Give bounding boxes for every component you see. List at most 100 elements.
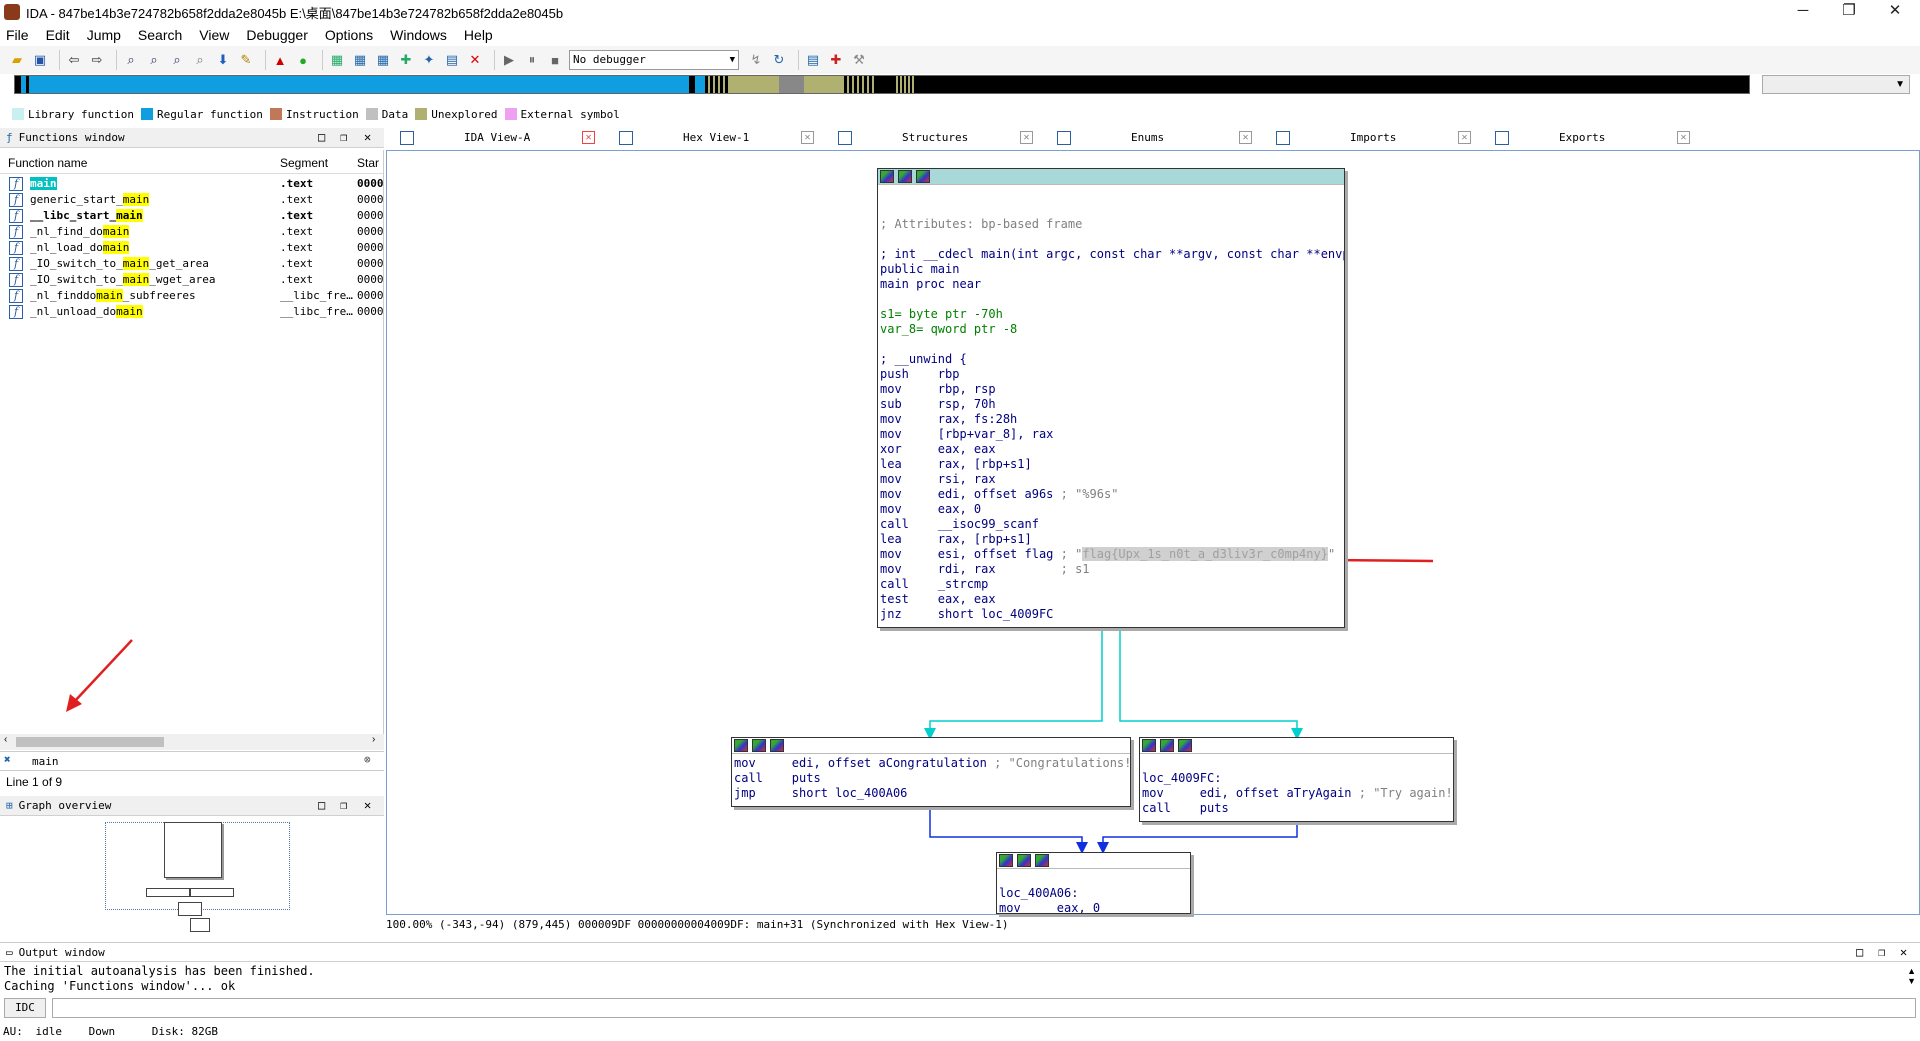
close-search-icon[interactable]: ✖: [4, 753, 11, 766]
functions-hscroll[interactable]: ‹ ›: [0, 734, 384, 750]
asm-mnemonic: jnz: [880, 607, 938, 621]
patch-icon[interactable]: ✦: [420, 51, 438, 69]
menu-jump[interactable]: Jump: [87, 27, 121, 43]
breakpoint-icon[interactable]: ✚: [827, 51, 845, 69]
tab-ida-view-a[interactable]: IDA View-A ✕: [390, 128, 609, 148]
function-row[interactable]: f _nl_load_domain .text 0000: [0, 240, 384, 256]
asm-operand: rax, fs:28h: [937, 412, 1018, 426]
function-start: 0000: [357, 225, 384, 238]
asm-mnemonic: jmp: [734, 786, 792, 800]
search-text-icon[interactable]: ⌕: [145, 51, 163, 69]
enum-icon[interactable]: ▦: [374, 51, 392, 69]
xref-icon[interactable]: ✎: [237, 51, 255, 69]
asm-mnemonic: push: [880, 367, 938, 381]
jump-icon[interactable]: ⬇: [214, 51, 232, 69]
col-segment[interactable]: Segment: [280, 156, 328, 170]
function-row[interactable]: f main .text 0000: [0, 176, 384, 192]
loc-label: loc_4009FC:: [1142, 771, 1222, 785]
col-function-name[interactable]: Function name: [8, 156, 87, 170]
tab-exports[interactable]: Exports ✕: [1485, 128, 1704, 148]
close-icon[interactable]: ✕: [364, 130, 371, 144]
exit-code-block[interactable]: loc_400A06: mov eax, 0: [996, 852, 1191, 914]
close-icon[interactable]: ✕: [1239, 131, 1252, 144]
function-row[interactable]: f _nl_finddomain_subfreeres __libc_fre… 000…: [0, 288, 384, 304]
create-function-icon[interactable]: ▦: [328, 51, 346, 69]
tab-imports[interactable]: Imports ✕: [1266, 128, 1485, 148]
menu-help[interactable]: Help: [464, 27, 493, 43]
scroll-left-icon[interactable]: ‹: [4, 734, 7, 745]
float-icon[interactable]: □: [318, 798, 325, 812]
close-icon[interactable]: ✕: [364, 798, 371, 812]
menu-view[interactable]: View: [199, 27, 229, 43]
scroll-right-icon[interactable]: ›: [372, 734, 375, 745]
function-row[interactable]: f _nl_find_domain .text 0000: [0, 224, 384, 240]
breakpoint-list-icon[interactable]: ▤: [804, 51, 822, 69]
try-again-code-block[interactable]: loc_4009FC: mov edi, offset aTryAgain ; "…: [1139, 737, 1454, 822]
pause-icon[interactable]: ⏸: [523, 51, 541, 69]
function-segment: .text: [280, 225, 314, 238]
float-icon[interactable]: □: [318, 130, 325, 144]
function-segment: .text: [280, 177, 314, 190]
restore-icon[interactable]: ❐: [340, 798, 347, 812]
restore-button[interactable]: ❐: [1826, 0, 1872, 24]
graph-overview-canvas[interactable]: [0, 822, 384, 940]
search-imm-icon[interactable]: ⌕: [191, 51, 209, 69]
debugger-select[interactable]: No debugger ▼: [569, 50, 739, 70]
save-icon[interactable]: ▣: [31, 51, 49, 69]
tracing-icon[interactable]: ⚒: [850, 51, 868, 69]
tab-hex-view[interactable]: Hex View-1 ✕: [609, 128, 828, 148]
col-start[interactable]: Star: [357, 156, 379, 170]
main-code-block[interactable]: ; Attributes: bp-based frame ; int __cde…: [877, 168, 1345, 628]
search-input[interactable]: main: [32, 755, 59, 768]
run-icon[interactable]: ▶: [500, 51, 518, 69]
block-group-icon: [1178, 739, 1192, 752]
close-icon[interactable]: ✕: [582, 131, 595, 144]
output-scroll[interactable]: ▲ ▼: [1907, 966, 1916, 986]
view-tabs: IDA View-A ✕ Hex View-1 ✕ Structures ✕ Enum…: [390, 128, 1704, 148]
warning-icon[interactable]: ▲: [271, 51, 289, 69]
function-start: 0000: [357, 273, 384, 286]
back-icon[interactable]: ⇦: [65, 51, 83, 69]
menu-search[interactable]: Search: [138, 27, 182, 43]
menu-windows[interactable]: Windows: [390, 27, 447, 43]
function-row[interactable]: f _IO_switch_to_main_get_area .text 0000: [0, 256, 384, 272]
function-row[interactable]: f _IO_switch_to_main_wget_area .text 0000: [0, 272, 384, 288]
tab-structures[interactable]: Structures ✕: [828, 128, 1047, 148]
function-row[interactable]: f __libc_start_main .text 0000: [0, 208, 384, 224]
function-start: 0000: [357, 305, 384, 318]
clear-search-icon[interactable]: ⊗: [364, 753, 371, 766]
close-icon[interactable]: ✕: [1020, 131, 1033, 144]
search-bytes-icon[interactable]: ⌕: [168, 51, 186, 69]
forward-icon[interactable]: ⇨: [88, 51, 106, 69]
menu-edit[interactable]: Edit: [46, 27, 70, 43]
command-input[interactable]: [52, 998, 1916, 1018]
minimize-button[interactable]: ─: [1780, 0, 1826, 24]
close-icon[interactable]: ✕: [1458, 131, 1471, 144]
structure-icon[interactable]: ▦: [351, 51, 369, 69]
function-row[interactable]: f _nl_unload_domain __libc_fre… 0000: [0, 304, 384, 320]
stop-icon[interactable]: ■: [546, 51, 564, 69]
start-process-icon[interactable]: ●: [294, 51, 312, 69]
function-row[interactable]: f generic_start_main .text 0000: [0, 192, 384, 208]
congrats-code-block[interactable]: mov edi, offset aCongratulation ; "Congr…: [731, 737, 1131, 807]
menu-options[interactable]: Options: [325, 27, 373, 43]
add-icon[interactable]: ✚: [397, 51, 415, 69]
graph-icon[interactable]: ▤: [443, 51, 461, 69]
close-window-button[interactable]: ✕: [1872, 0, 1918, 24]
step-over-icon[interactable]: ↻: [770, 51, 788, 69]
tab-enums[interactable]: Enums ✕: [1047, 128, 1266, 148]
binoculars-icon[interactable]: ⌕: [122, 51, 140, 69]
navband-combo[interactable]: ▼: [1762, 75, 1910, 94]
close-icon[interactable]: ✕: [1677, 131, 1690, 144]
menu-file[interactable]: File: [6, 27, 29, 43]
step-into-icon[interactable]: ↯: [747, 51, 765, 69]
delete-icon[interactable]: ✕: [466, 51, 484, 69]
search-highlight: main: [96, 289, 123, 302]
restore-icon[interactable]: ❐: [340, 130, 347, 144]
idc-button[interactable]: IDC: [4, 998, 46, 1018]
open-icon[interactable]: ▰: [8, 51, 26, 69]
graph-view[interactable]: ; Attributes: bp-based frame ; int __cde…: [386, 150, 1920, 915]
navigation-band[interactable]: [14, 75, 1750, 94]
menu-debugger[interactable]: Debugger: [246, 27, 308, 43]
close-icon[interactable]: ✕: [801, 131, 814, 144]
